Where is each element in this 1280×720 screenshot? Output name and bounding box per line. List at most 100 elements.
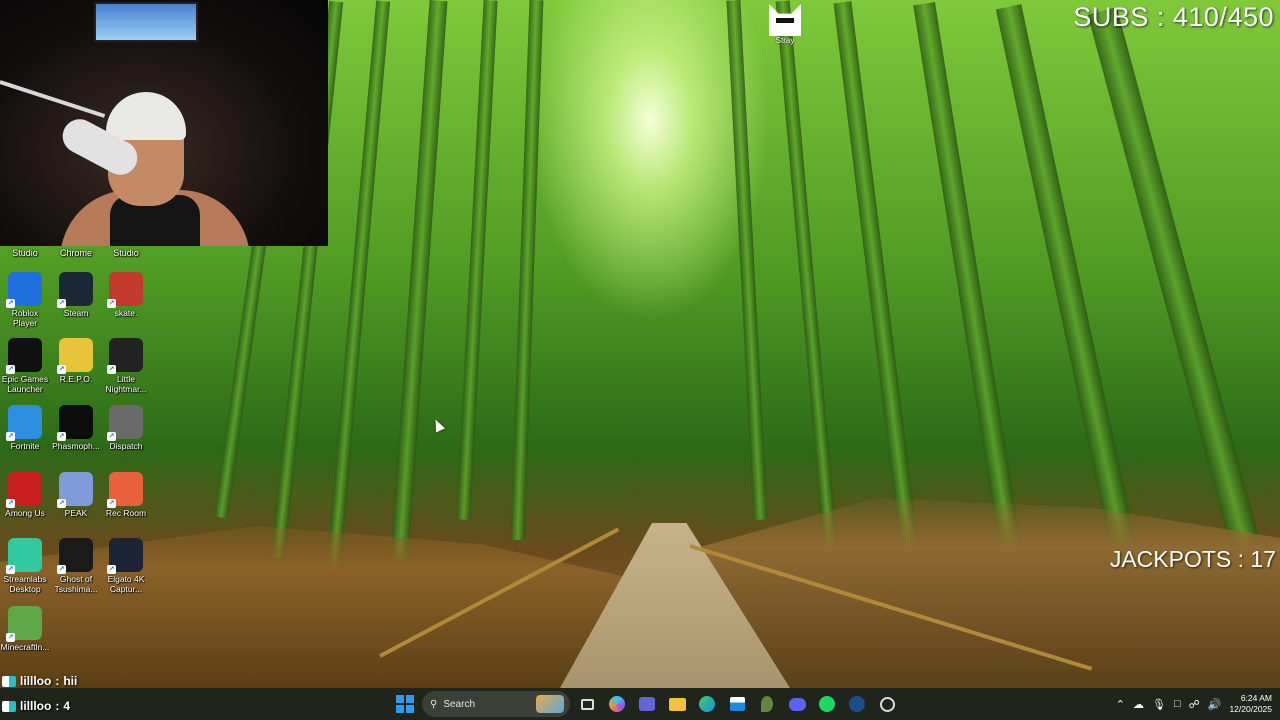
file-explorer-button[interactable] — [664, 691, 690, 717]
desktop-icon[interactable]: ↗ Elgato 4K Captur... — [101, 538, 151, 594]
shortcut-arrow-icon: ↗ — [6, 499, 15, 508]
desktop-icon-label[interactable]: Chrome — [51, 248, 101, 258]
little-nightmares-icon: ↗ — [107, 338, 143, 374]
desktop-icon[interactable]: ↗ Rec Room — [101, 472, 151, 518]
store-icon — [729, 697, 745, 711]
desktop-icon[interactable]: ↗ Minecraftln... — [0, 606, 50, 652]
desktop-icon-label: Roblox Player — [11, 308, 39, 328]
task-view-icon — [580, 698, 594, 710]
desktop-icon[interactable]: ↗ Streamlabs Desktop — [0, 538, 50, 594]
teams-icon — [639, 697, 655, 711]
desktop-icon[interactable]: ↗ Epic Games Launcher — [0, 338, 50, 394]
clock-time: 6:24 AM — [1240, 693, 1272, 703]
shortcut-arrow-icon: ↗ — [57, 499, 66, 508]
shortcut-arrow-icon: ↗ — [57, 432, 66, 441]
desktop-top-row-labels: Studio Chrome Studio — [0, 248, 152, 262]
shortcut-arrow-icon: ↗ — [6, 432, 15, 441]
taskbar-search[interactable]: ⚲ Search — [422, 691, 570, 717]
windows-icon — [396, 695, 414, 713]
shortcut-arrow-icon: ↗ — [107, 565, 116, 574]
epic-games-icon: ↗ — [6, 338, 42, 374]
desktop-icon-stray[interactable]: Stray — [766, 4, 804, 45]
desktop-icon[interactable]: ↗ PEAK — [51, 472, 101, 518]
task-view-button[interactable] — [574, 691, 600, 717]
desktop-icon[interactable]: ↗ skate. — [101, 272, 151, 318]
desktop-icon-label: Phasmoph... — [52, 441, 100, 451]
roblox-icon: ↗ — [6, 272, 42, 308]
desktop-icon[interactable]: ↗ Roblox Player — [0, 272, 50, 328]
peak-icon: ↗ — [57, 472, 93, 508]
dispatch-icon: ↗ — [107, 405, 143, 441]
discord-button[interactable] — [784, 691, 810, 717]
start-button[interactable] — [392, 691, 418, 717]
network-icon[interactable]: ☍ — [1189, 698, 1200, 711]
chat-message: lillloo: 4 — [2, 699, 70, 713]
microphone-icon[interactable]: 🎙 — [1152, 698, 1166, 711]
edge-button[interactable] — [694, 691, 720, 717]
desktop-icon[interactable]: ↗ Ghost of Tsushima... — [51, 538, 101, 594]
clock[interactable]: 6:24 AM 12/20/2025 — [1229, 693, 1272, 715]
clock-date: 12/20/2025 — [1229, 704, 1272, 714]
webcam-overlay — [0, 0, 328, 246]
cloud-icon[interactable]: ☁ — [1133, 698, 1144, 711]
copilot-icon — [609, 696, 625, 712]
chat-message: lillloo: hii — [2, 674, 77, 688]
teams-button[interactable] — [634, 691, 660, 717]
recording-icon — [879, 696, 895, 712]
shortcut-arrow-icon: ↗ — [107, 365, 116, 374]
desktop-icon-label: Dispatch — [109, 441, 143, 451]
desktop-icon[interactable]: ↗ Fortnite — [0, 405, 50, 451]
chat-text: hii — [63, 674, 78, 688]
chevron-up-icon[interactable]: ⌃ — [1116, 698, 1125, 711]
desktop-icon-label[interactable]: Studio — [0, 248, 50, 258]
spotify-button[interactable] — [814, 691, 840, 717]
desktop-icon-label: Elgato 4K Captur... — [107, 574, 145, 594]
subs-counter: SUBS : 410/450 — [1073, 2, 1274, 32]
desktop-icon-label: Fortnite — [10, 441, 40, 451]
repo-icon: ↗ — [57, 338, 93, 374]
chat-user: lillloo — [20, 674, 52, 688]
among-us-icon: ↗ — [6, 472, 42, 508]
desktop-icon-label[interactable]: Studio — [101, 248, 151, 258]
shortcut-arrow-icon: ↗ — [107, 499, 116, 508]
spotify-icon — [819, 696, 835, 712]
discord-icon — [788, 697, 806, 711]
search-highlight-icon — [536, 695, 564, 713]
taskbar-apps: ⚲ Search — [392, 688, 900, 720]
elgato-icon: ↗ — [107, 538, 143, 574]
shortcut-arrow-icon: ↗ — [107, 432, 116, 441]
desktop-icon[interactable]: ↗ R.E.P.O. — [51, 338, 101, 384]
volume-icon[interactable]: 🔊 — [1208, 698, 1222, 711]
copilot-button[interactable] — [604, 691, 630, 717]
steam-taskbar-button[interactable] — [844, 691, 870, 717]
desktop-icon[interactable]: ↗ Phasmoph... — [51, 405, 101, 451]
desktop-icon[interactable]: ↗ Little Nightmar... — [101, 338, 151, 394]
shortcut-arrow-icon: ↗ — [6, 565, 15, 574]
skate-icon: ↗ — [107, 272, 143, 308]
system-tray: ⌃ ☁ 🎙 □ ☍ 🔊 6:24 AM 12/20/2025 — [1116, 688, 1272, 720]
desktop-icon-label: Ghost of Tsushima... — [54, 574, 98, 594]
desktop-icon[interactable]: ↗ Dispatch — [101, 405, 151, 451]
phasmophobia-icon: ↗ — [57, 405, 93, 441]
display-icon[interactable]: □ — [1174, 698, 1181, 710]
desktop-icon-label: PEAK — [64, 508, 88, 518]
jackpots-counter: JACKPOTS : 17 — [1109, 546, 1276, 572]
chat-badge-icon — [2, 675, 16, 687]
desktop-icon-label: Minecraftln... — [0, 642, 50, 652]
recording-app-button[interactable] — [874, 691, 900, 717]
desktop-icon-label: skate. — [114, 308, 138, 318]
ghost-of-tsushima-icon: ↗ — [57, 538, 93, 574]
app-button[interactable] — [754, 691, 780, 717]
chat-badge-icon — [2, 700, 16, 712]
desktop-icon-label: Streamlabs Desktop — [3, 574, 47, 594]
desktop-icon[interactable]: ↗ Steam — [51, 272, 101, 318]
taskbar: ⚲ Search ⌃ ☁ 🎙 □ ☍ 🔊 6:24 AM 12/20/2025 — [0, 688, 1280, 720]
shortcut-arrow-icon: ↗ — [6, 365, 15, 374]
shortcut-arrow-icon: ↗ — [57, 565, 66, 574]
desktop-icon[interactable]: ↗ Among Us — [0, 472, 50, 518]
store-button[interactable] — [724, 691, 750, 717]
shortcut-arrow-icon: ↗ — [57, 365, 66, 374]
steam-icon — [849, 696, 865, 712]
streamlabs-icon: ↗ — [6, 538, 42, 574]
desktop-icon-label: Among Us — [5, 508, 45, 518]
